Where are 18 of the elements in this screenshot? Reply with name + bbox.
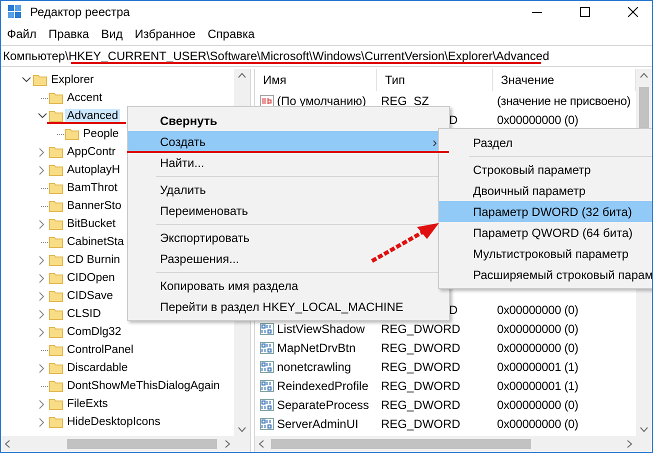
value-data: 0x00000000 (0) — [496, 322, 580, 336]
value-type: REG_DWORD — [380, 360, 462, 374]
value-type: REG_DWORD — [380, 378, 462, 392]
value-type: REG_DWORD — [380, 398, 462, 412]
value-type: REG_DWORD — [380, 416, 462, 430]
value-type: REG_DWORD — [380, 322, 462, 336]
submenu-chevron-icon: › — [432, 134, 437, 150]
value-data: 0x00000001 (1) — [496, 378, 580, 392]
value-data: (значение не присвоено) — [496, 94, 632, 108]
value-data: 0x00000000 (0) — [496, 398, 580, 412]
value-type: D — [448, 112, 459, 126]
value-data: 0x00000000 (0) — [496, 416, 580, 430]
value-data: 0x00000001 (1) — [496, 360, 580, 374]
window-title: Редактор реестра — [30, 5, 130, 19]
value-data: 0x00000000 (0) — [496, 302, 580, 316]
value-data: 0x00000000 (0) — [496, 340, 580, 354]
value-data: 0x00000000 (0) — [496, 112, 580, 126]
value-type: REG_DWORD — [380, 340, 462, 354]
